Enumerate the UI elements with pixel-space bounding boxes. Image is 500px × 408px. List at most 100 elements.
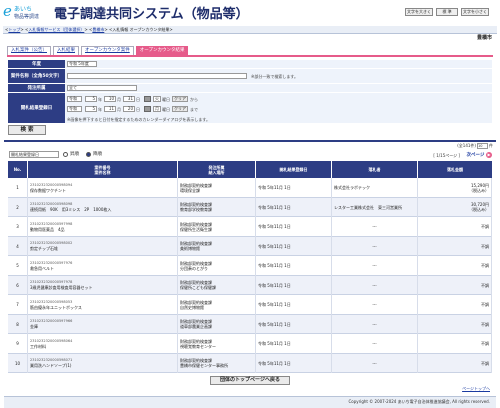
row-winner: --- xyxy=(372,263,377,269)
breadcrumb-current: 入札情報 オープンカウンタ結果 xyxy=(112,27,170,32)
row-case-name[interactable]: 保存数据ワクチント xyxy=(30,188,66,193)
tab-underline xyxy=(7,55,493,57)
from-clear-button[interactable]: クリア xyxy=(172,96,188,102)
from-month-input[interactable]: 10 xyxy=(104,96,116,102)
dept-select[interactable]: 全て xyxy=(67,85,137,91)
table-cell: 令和 5年11月 1日 xyxy=(256,236,332,256)
row-place: 視聴覚教育センター xyxy=(180,343,216,349)
to-month-input[interactable]: 11 xyxy=(104,106,116,112)
table-row: 10 2310232320000598071 業用洗ハンドソープ(1) 財務部契約検査… xyxy=(8,353,492,373)
to-era-select[interactable]: 令和 xyxy=(67,106,82,112)
case-name-label: 案件名称（全角50文字） xyxy=(8,69,65,83)
page-top-link[interactable]: ページトップへ xyxy=(462,386,490,392)
breadcrumb-org-select[interactable]: 入札情報サービス（団体選択） xyxy=(28,27,84,32)
row-place: 分団奏のとがり xyxy=(180,265,208,271)
row-winner: --- xyxy=(372,321,377,327)
row-case-name[interactable]: 剪定チップ石堆 xyxy=(30,246,58,251)
breadcrumb-top[interactable]: トップ xyxy=(8,27,20,32)
table-cell: 2310232320000597966 金庫 xyxy=(28,314,178,334)
table-cell: --- xyxy=(332,295,418,315)
table-cell: 不調 xyxy=(418,275,492,295)
table-cell: 令和 5年11月 1日 xyxy=(256,275,332,295)
table-cell: 不調 xyxy=(418,217,492,237)
year-select[interactable]: 令和 5年度 xyxy=(67,61,97,67)
to-clear-button[interactable]: クリア xyxy=(172,106,188,112)
back-to-org-top-button[interactable]: 団体のトップページへ戻る xyxy=(210,376,290,385)
from-day-input[interactable]: 31 xyxy=(123,96,135,102)
row-amount-note: （税込み） xyxy=(469,207,489,213)
to-year-input[interactable]: 5 xyxy=(85,106,97,112)
table-cell: 株式会社ラボテック xyxy=(332,178,418,198)
table-cell: レスター工業株式会社 東三河営業所 xyxy=(332,197,418,217)
table-cell: 財務部契約検査課 豊橋市保健センター事務所 xyxy=(178,353,256,373)
font-standard-button[interactable]: 標 準 xyxy=(436,8,458,16)
row-place: 教育部学校教育課 xyxy=(180,207,212,213)
to-day-input[interactable]: 20 xyxy=(123,106,135,112)
table-cell: 令和 5年11月 1日 xyxy=(256,295,332,315)
table-cell: 6 xyxy=(8,275,28,295)
row-no: 1 xyxy=(16,185,19,191)
row-case-name[interactable]: 連続用紙 90K 用3ミシス 2P 1000枚入 xyxy=(30,207,111,212)
from-weekday-suffix: 曜日 xyxy=(162,97,170,102)
table-cell: 財務部契約検査課 保健所こども保健課 xyxy=(178,275,256,295)
col-dept: 発注所属 納入場所 xyxy=(178,161,256,178)
table-cell: 1 xyxy=(8,178,28,198)
row-no: 8 xyxy=(16,321,19,327)
row-case-name[interactable]: 救急用ベルト xyxy=(30,266,54,271)
tab-bid-notice[interactable]: 入札案件（公告） xyxy=(7,46,51,55)
result-count: (全141件) xyxy=(457,143,476,148)
row-case-name[interactable]: 3歳児健康診査用検査用容器セット xyxy=(30,285,93,290)
from-era-select[interactable]: 令和 xyxy=(67,96,82,102)
search-button[interactable]: 検 索 xyxy=(8,125,46,135)
tab-open-counter-result[interactable]: オープンカウンタ結果 xyxy=(135,46,189,55)
table-cell: 財務部契約検査課 道車部農業企画課 xyxy=(178,314,256,334)
row-date: 令和 5年11月 1日 xyxy=(258,224,291,230)
font-large-button[interactable]: 文字を大きく xyxy=(405,8,433,16)
case-name-input[interactable] xyxy=(67,73,247,79)
row-no: 6 xyxy=(16,282,19,288)
table-cell: 財務部契約検査課 自然史博物館 xyxy=(178,295,256,315)
row-place: 保健所生活衛生課 xyxy=(180,226,212,232)
col-case: 案件番号 案件名称 xyxy=(28,161,178,178)
table-cell: --- xyxy=(332,275,418,295)
sort-desc-radio[interactable] xyxy=(86,152,91,157)
row-case-name[interactable]: 動物用医薬品 4品 xyxy=(30,227,65,232)
font-small-button[interactable]: 文字を小さく xyxy=(461,8,489,16)
table-cell: 令和 5年11月 1日 xyxy=(256,314,332,334)
to-suffix: まで xyxy=(190,107,198,112)
row-case-name[interactable]: 工作材料 xyxy=(30,344,46,349)
tab-open-counter-case[interactable]: オープンカウンタ案件 xyxy=(81,46,134,55)
row-date: 令和 5年11月 1日 xyxy=(258,243,291,249)
dept-label: 発注所属 xyxy=(8,84,65,92)
row-case-name[interactable]: 金庫 xyxy=(30,324,38,329)
table-cell: 8 xyxy=(8,314,28,334)
row-date: 令和 5年11月 1日 xyxy=(258,185,291,191)
table-cell: --- xyxy=(332,217,418,237)
breadcrumb-city[interactable]: 豊橋市 xyxy=(92,27,104,32)
sort-select[interactable]: 開札結果登録日 xyxy=(9,151,59,158)
table-cell: --- xyxy=(332,236,418,256)
row-place: 道車部農業企画課 xyxy=(180,324,212,330)
next-page-link[interactable]: 次ページ ▶ xyxy=(466,152,492,158)
row-case-name[interactable]: 筋由優永年ユニットボックス xyxy=(30,305,82,310)
table-cell: 令和 5年11月 1日 xyxy=(256,334,332,354)
table-row: 9 2310232320000598064 工作材料 財務部契約検査課 視聴覚教育センタ… xyxy=(8,334,492,354)
from-year-input[interactable]: 5 xyxy=(85,96,97,102)
table-cell: 財務部契約検査課 分団奏のとがり xyxy=(178,256,256,276)
sort-asc-radio[interactable] xyxy=(63,152,68,157)
row-date: 令和 5年11月 1日 xyxy=(258,302,291,308)
to-calendar-icon[interactable] xyxy=(144,106,151,112)
row-place: 豊橋市保健センター事務所 xyxy=(180,363,228,369)
logo-mark: e xyxy=(3,2,12,20)
table-cell: 15,290円 （税込み） xyxy=(418,178,492,198)
next-page-label: 次ページ xyxy=(466,153,485,158)
per-page-select[interactable]: 10 xyxy=(477,143,488,149)
row-place: 保健所こども保健課 xyxy=(180,285,216,291)
table-cell: 5 xyxy=(8,256,28,276)
row-winner: --- xyxy=(372,243,377,249)
row-case-name[interactable]: 業用洗ハンドソープ(1) xyxy=(30,363,71,368)
from-calendar-icon[interactable] xyxy=(144,96,151,102)
row-no: 2 xyxy=(16,204,19,210)
table-cell: 4 xyxy=(8,236,28,256)
tab-bid-result[interactable]: 入札結果 xyxy=(53,46,79,55)
